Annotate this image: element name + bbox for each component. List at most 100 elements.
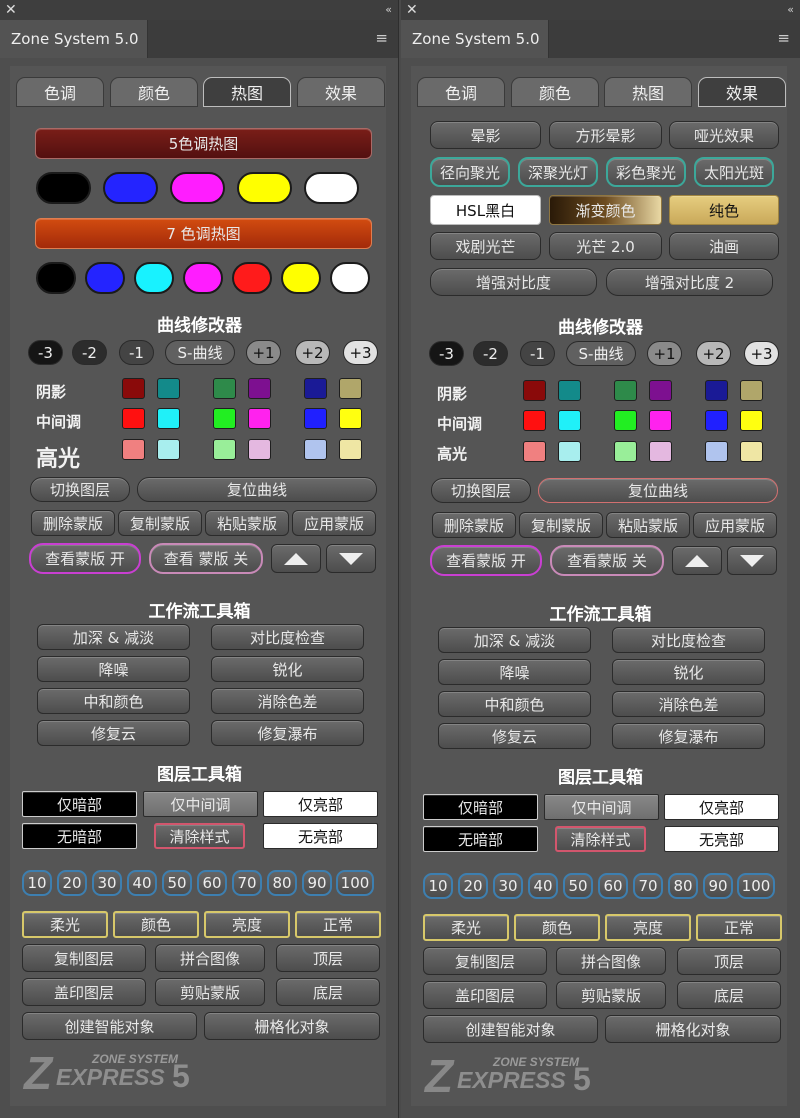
heatmap5-swatch-magenta[interactable] xyxy=(170,172,225,204)
light-only-button[interactable]: 仅亮部 xyxy=(664,794,779,820)
tab-effects[interactable]: 效果 xyxy=(297,77,385,107)
enhance-contrast-2-button[interactable]: 增强对比度 2 xyxy=(606,268,773,296)
tab-effects[interactable]: 效果 xyxy=(698,77,786,107)
mid-swatch-green[interactable] xyxy=(213,408,236,429)
enhance-contrast-button[interactable]: 增强对比度 xyxy=(430,268,597,296)
dark-only-button[interactable]: 仅暗部 xyxy=(423,794,538,820)
blend-normal-button[interactable]: 正常 xyxy=(696,914,782,941)
denoise-button[interactable]: 降噪 xyxy=(37,656,190,682)
create-smart-object-button[interactable]: 创建智能对象 xyxy=(22,1012,197,1040)
heatmap7-swatch-black[interactable] xyxy=(36,262,76,294)
mid-swatch-yellow[interactable] xyxy=(740,410,763,431)
switch-layer-button[interactable]: 切换图层 xyxy=(431,478,531,503)
solid-color-button[interactable]: 纯色 xyxy=(669,195,779,225)
curve-minus2-button[interactable]: -2 xyxy=(72,340,107,365)
tab-color[interactable]: 颜色 xyxy=(511,77,599,107)
panel-menu-icon[interactable]: ≡ xyxy=(375,31,388,46)
heatmap7-swatch-red[interactable] xyxy=(232,262,272,294)
create-smart-object-button[interactable]: 创建智能对象 xyxy=(423,1015,598,1043)
close-icon[interactable]: ✕ xyxy=(5,1,17,19)
mid-only-button[interactable]: 仅中间调 xyxy=(544,794,659,820)
mid-swatch-yellow[interactable] xyxy=(339,408,362,429)
panel-menu-icon[interactable]: ≡ xyxy=(777,31,790,46)
rasterize-object-button[interactable]: 栅格化对象 xyxy=(204,1012,380,1040)
neutralize-color-button[interactable]: 中和颜色 xyxy=(438,691,591,717)
opacity-10-button[interactable]: 10 xyxy=(423,873,453,899)
neutralize-color-button[interactable]: 中和颜色 xyxy=(37,688,190,714)
remove-aberration-button[interactable]: 消除色差 xyxy=(211,688,364,714)
view-mask-off-button[interactable]: 查看 蒙版 关 xyxy=(149,543,263,574)
delete-mask-button[interactable]: 删除蒙版 xyxy=(432,512,516,538)
shadow-swatch-yellow[interactable] xyxy=(740,380,763,401)
matte-effect-button[interactable]: 哑光效果 xyxy=(669,121,779,149)
contrast-check-button[interactable]: 对比度检查 xyxy=(211,624,364,650)
opacity-60-button[interactable]: 60 xyxy=(598,873,628,899)
vignette-button[interactable]: 晕影 xyxy=(430,121,541,149)
radial-spotlight-button[interactable]: 径向聚光 xyxy=(430,157,510,187)
tab-heatmap[interactable]: 热图 xyxy=(604,77,692,107)
view-mask-off-button[interactable]: 查看蒙版 关 xyxy=(550,545,664,576)
shadow-swatch-blue[interactable] xyxy=(304,378,327,399)
paste-mask-button[interactable]: 粘贴蒙版 xyxy=(205,510,289,536)
dark-only-button[interactable]: 仅暗部 xyxy=(22,791,137,817)
opacity-40-button[interactable]: 40 xyxy=(528,873,558,899)
rasterize-object-button[interactable]: 栅格化对象 xyxy=(605,1015,781,1043)
no-light-button[interactable]: 无亮部 xyxy=(263,823,378,849)
no-light-button[interactable]: 无亮部 xyxy=(664,826,779,852)
color-spotlight-button[interactable]: 彩色聚光 xyxy=(606,157,686,187)
curve-minus2-button[interactable]: -2 xyxy=(473,341,508,366)
seven-tone-heatmap-button[interactable]: 7 色调热图 xyxy=(35,218,372,249)
panel-title[interactable]: Zone System 5.0 xyxy=(401,20,549,58)
curve-minus1-button[interactable]: -1 xyxy=(520,341,555,366)
dramatic-rays-button[interactable]: 戏剧光芒 xyxy=(430,232,541,260)
heatmap7-swatch-yellow[interactable] xyxy=(281,262,321,294)
blend-color-button[interactable]: 颜色 xyxy=(514,914,600,941)
mid-swatch-blue[interactable] xyxy=(705,410,728,431)
light-only-button[interactable]: 仅亮部 xyxy=(263,791,378,817)
mid-swatch-magenta[interactable] xyxy=(248,408,271,429)
mid-swatch-blue[interactable] xyxy=(304,408,327,429)
high-swatch-red[interactable] xyxy=(523,441,546,462)
curve-plus3-button[interactable]: +3 xyxy=(744,341,779,366)
opacity-70-button[interactable]: 70 xyxy=(633,873,663,899)
dodge-burn-button[interactable]: 加深 & 减淡 xyxy=(37,624,190,650)
shadow-swatch-blue[interactable] xyxy=(705,380,728,401)
flatten-image-button[interactable]: 拼合图像 xyxy=(155,944,265,972)
heatmap7-swatch-cyan[interactable] xyxy=(134,262,174,294)
tab-color[interactable]: 颜色 xyxy=(110,77,198,107)
apply-mask-button[interactable]: 应用蒙版 xyxy=(292,510,376,536)
mid-swatch-cyan[interactable] xyxy=(558,410,581,431)
high-swatch-red[interactable] xyxy=(122,439,145,460)
contrast-check-button[interactable]: 对比度检查 xyxy=(612,627,765,653)
mask-down-button[interactable] xyxy=(326,544,376,573)
heatmap5-swatch-yellow[interactable] xyxy=(237,172,292,204)
apply-mask-button[interactable]: 应用蒙版 xyxy=(693,512,777,538)
view-mask-on-button[interactable]: 查看蒙版 开 xyxy=(430,545,542,576)
send-to-bottom-button[interactable]: 底层 xyxy=(276,978,380,1006)
reset-curve-button[interactable]: 复位曲线 xyxy=(137,477,377,502)
shadow-swatch-magenta[interactable] xyxy=(649,380,672,401)
tab-heatmap[interactable]: 热图 xyxy=(203,77,291,107)
remove-aberration-button[interactable]: 消除色差 xyxy=(612,691,765,717)
blend-soft-light-button[interactable]: 柔光 xyxy=(22,911,108,938)
s-curve-button[interactable]: S-曲线 xyxy=(165,340,235,365)
opacity-40-button[interactable]: 40 xyxy=(127,870,157,896)
mask-up-button[interactable] xyxy=(672,546,722,575)
opacity-50-button[interactable]: 50 xyxy=(162,870,192,896)
opacity-90-button[interactable]: 90 xyxy=(302,870,332,896)
reset-curve-button[interactable]: 复位曲线 xyxy=(538,478,778,503)
curve-minus1-button[interactable]: -1 xyxy=(119,340,154,365)
fix-clouds-button[interactable]: 修复云 xyxy=(37,720,190,746)
heatmap7-swatch-blue[interactable] xyxy=(85,262,125,294)
square-vignette-button[interactable]: 方形晕影 xyxy=(549,121,662,149)
delete-mask-button[interactable]: 删除蒙版 xyxy=(31,510,115,536)
view-mask-on-button[interactable]: 查看蒙版 开 xyxy=(29,543,141,574)
sharpen-button[interactable]: 锐化 xyxy=(612,659,765,685)
opacity-20-button[interactable]: 20 xyxy=(458,873,488,899)
fix-clouds-button[interactable]: 修复云 xyxy=(438,723,591,749)
fix-waterfall-button[interactable]: 修复瀑布 xyxy=(211,720,364,746)
opacity-80-button[interactable]: 80 xyxy=(267,870,297,896)
mask-down-button[interactable] xyxy=(727,546,777,575)
shadow-swatch-green[interactable] xyxy=(213,378,236,399)
copy-mask-button[interactable]: 复制蒙版 xyxy=(118,510,202,536)
